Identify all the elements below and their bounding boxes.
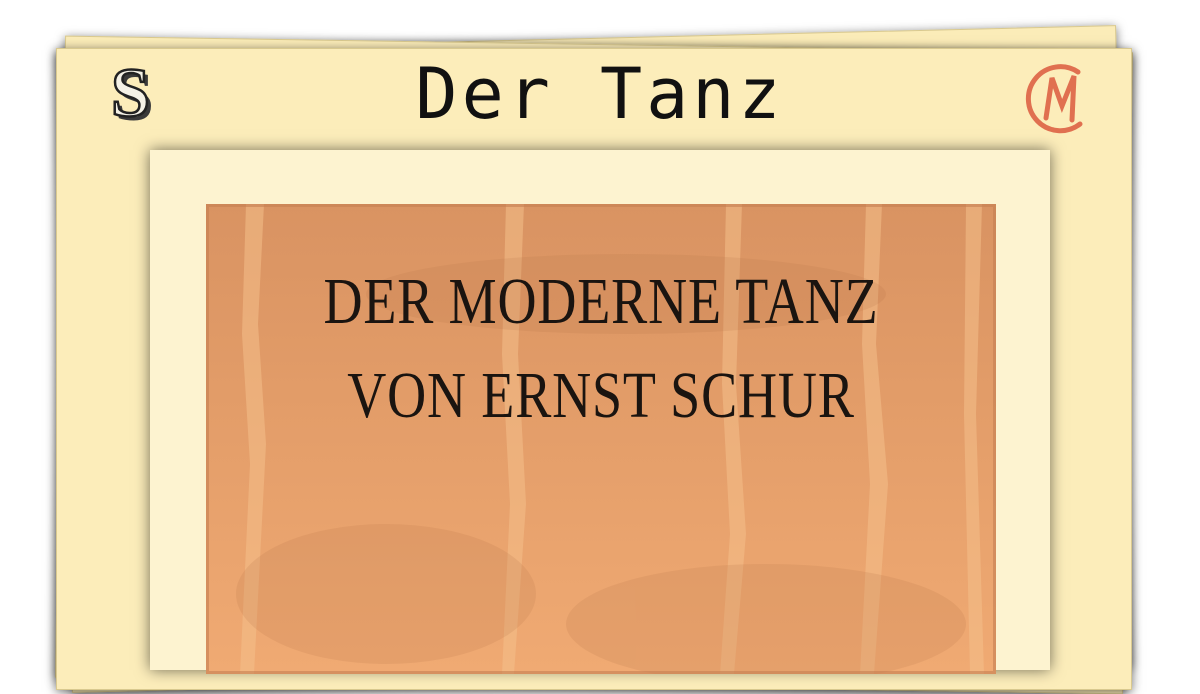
cover-author-line: VON ERNST SCHUR xyxy=(347,359,855,432)
book-cover-image: DER MODERNE TANZ VON ERNST SCHUR xyxy=(206,204,996,674)
cm-monogram-logo-icon xyxy=(1025,64,1083,134)
cover-title-line: DER MODERNE TANZ xyxy=(323,265,879,338)
